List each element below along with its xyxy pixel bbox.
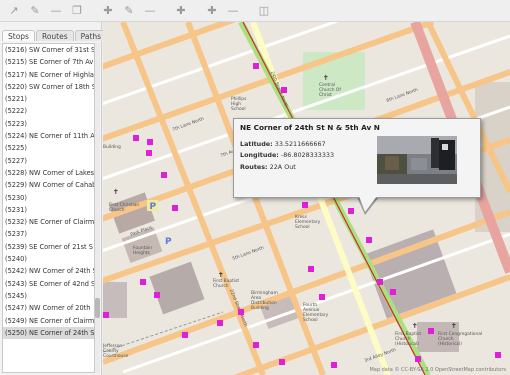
popup-pointer-inner xyxy=(359,196,377,212)
stop-list-item[interactable]: (5230) xyxy=(3,192,94,204)
svg-text:P: P xyxy=(165,237,172,247)
stop-list-item[interactable]: (5227) xyxy=(3,155,94,167)
tab-routes[interactable]: Routes xyxy=(35,30,74,41)
stop-list-scrollbar[interactable] xyxy=(95,43,100,373)
popup-latitude: Latitude: 33.5211666667 xyxy=(240,140,326,148)
add-stop-icon[interactable]: ✚ xyxy=(100,3,116,19)
svg-text:(Historical): (Historical) xyxy=(438,341,462,347)
svg-text:✝: ✝ xyxy=(412,322,418,330)
tab-stops[interactable]: Stops xyxy=(2,30,35,41)
stop-list-item[interactable]: (5250) NE Corner of 24th S xyxy=(3,326,94,340)
svg-text:✝: ✝ xyxy=(113,188,119,196)
stop-list-item[interactable]: (5223) xyxy=(3,118,94,130)
fit-map-icon[interactable]: ◫ xyxy=(256,3,272,19)
stop-list-item[interactable]: (5231) xyxy=(3,204,94,216)
latitude-label: Latitude: xyxy=(240,140,273,148)
svg-text:Building: Building xyxy=(251,305,269,311)
stop-list-item[interactable]: (5221) xyxy=(3,93,94,105)
map-attribution: Map data © CC-BY-SA 2.0 OpenStreetMap co… xyxy=(369,367,506,373)
popup-longitude: Longitude: -86.8028333333 xyxy=(240,151,334,159)
stop-list-item[interactable]: (5225) xyxy=(3,142,94,154)
svg-text:School: School xyxy=(295,224,310,230)
copy-tool-icon[interactable]: ❐ xyxy=(69,3,85,19)
stop-list-item[interactable]: (5220) SW Corner of 18th S xyxy=(3,81,94,93)
svg-text:✝: ✝ xyxy=(451,322,457,330)
sidebar: Stops Routes Paths (5216) SW Corner of 3… xyxy=(0,22,108,375)
stop-list-item[interactable]: (5224) NE Corner of 11th A xyxy=(3,130,94,142)
latitude-value: 33.5211666667 xyxy=(274,140,326,148)
longitude-value: -86.8028333333 xyxy=(280,151,335,159)
svg-text:P: P xyxy=(150,202,157,212)
scrollbar-thumb[interactable] xyxy=(95,298,100,318)
svg-text:Church: Church xyxy=(213,283,229,289)
svg-text:Church: Church xyxy=(109,207,125,213)
stop-info-popup: NE Corner of 24th St N & 5th Av N Latitu… xyxy=(233,118,481,198)
stop-list-item[interactable]: (5245) xyxy=(3,290,94,302)
routes-label: Routes: xyxy=(240,163,268,171)
toolbar: ↗ ✎ — ❐ ✚ ✎ — ✚ ✚ — ◫ xyxy=(0,0,510,22)
stop-list-item[interactable]: (5249) NE Corner of Clairm xyxy=(3,315,94,327)
tab-bar: Stops Routes Paths xyxy=(0,22,108,41)
add-route-icon[interactable]: ✚ xyxy=(173,3,189,19)
stop-list-item[interactable]: (5239) SE Corner of 21st S xyxy=(3,241,94,253)
stop-list-item[interactable]: (5222) xyxy=(3,105,94,117)
svg-text:✝: ✝ xyxy=(323,74,329,82)
svg-text:School: School xyxy=(303,317,318,323)
stop-list-item[interactable]: (5247) NW Corner of 20th xyxy=(3,302,94,314)
map-view[interactable]: P P ✝ ✝ ✝ ✝ ✝ Phillips High School Centr… xyxy=(103,22,510,375)
svg-text:Heights: Heights xyxy=(133,250,151,256)
pointer-tool-icon[interactable]: ↗ xyxy=(6,3,22,19)
svg-text:School: School xyxy=(231,106,246,112)
stop-list-item[interactable]: (5237) xyxy=(3,228,94,240)
stop-list[interactable]: (5216) SW Corner of 31st S (5215) SE Corn… xyxy=(2,43,95,373)
stop-photo xyxy=(377,136,457,184)
routes-value: 22A Out xyxy=(269,163,296,171)
remove-tool-icon[interactable]: — xyxy=(48,3,64,19)
svg-text:Christ: Christ xyxy=(319,92,332,98)
longitude-label: Longitude: xyxy=(240,151,279,159)
svg-text:Courthouse: Courthouse xyxy=(103,353,129,359)
stop-list-item[interactable]: (5229) NW Corner of Cahab xyxy=(3,179,94,191)
svg-text:✝: ✝ xyxy=(218,271,224,279)
stop-list-item[interactable]: (5242) NW Corner of 24th S xyxy=(3,265,94,277)
remove-route-icon[interactable]: — xyxy=(142,3,158,19)
stop-list-item[interactable]: (5232) NE Corner of Clairm xyxy=(3,216,94,228)
zoom-in-icon[interactable]: ✚ xyxy=(204,3,220,19)
draw-route-icon[interactable]: ✎ xyxy=(121,3,137,19)
stop-list-item[interactable]: (5216) SW Corner of 31st S xyxy=(3,44,94,56)
park-area xyxy=(303,52,365,110)
zoom-out-icon[interactable]: — xyxy=(225,3,241,19)
stop-list-item[interactable]: (5243) SE Corner of 42nd S xyxy=(3,278,94,290)
svg-text:(Historical): (Historical) xyxy=(395,341,419,347)
stop-list-item[interactable]: (5228) NW Corner of Lakes xyxy=(3,167,94,179)
svg-text:Building: Building xyxy=(103,144,121,150)
stop-list-item[interactable]: (5217) NE Corner of Highla xyxy=(3,69,94,81)
stop-list-item[interactable]: (5240) xyxy=(3,253,94,265)
map-canvas[interactable]: P P ✝ ✝ ✝ ✝ ✝ Phillips High School Centr… xyxy=(103,22,510,375)
stop-list-item[interactable]: (5215) SE Corner of 7th Av xyxy=(3,56,94,68)
popup-title: NE Corner of 24th St N & 5th Av N xyxy=(240,123,380,132)
popup-routes: Routes: 22A Out xyxy=(240,163,296,171)
draw-tool-icon[interactable]: ✎ xyxy=(27,3,43,19)
app-window: ↗ ✎ — ❐ ✚ ✎ — ✚ ✚ — ◫ Stops Routes Paths… xyxy=(0,0,510,375)
